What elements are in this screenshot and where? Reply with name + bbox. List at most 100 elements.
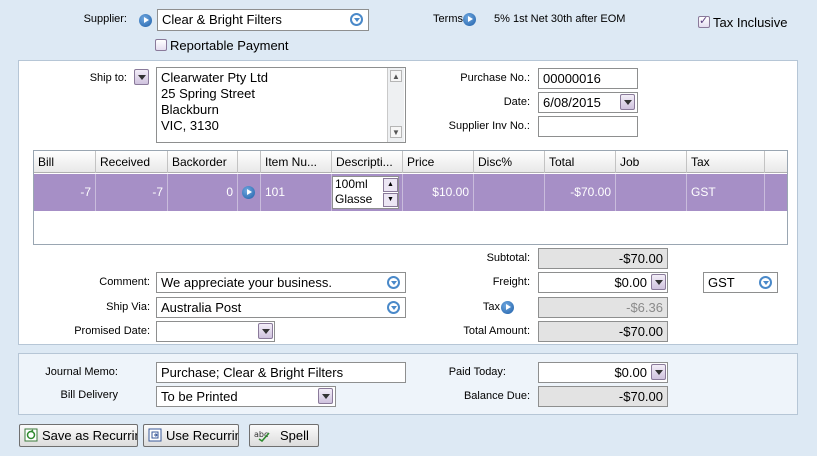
use-recurring-icon xyxy=(148,428,162,442)
col-link[interactable] xyxy=(238,151,261,173)
save-as-recurring-label: Save as Recurring xyxy=(42,428,137,443)
reportable-payment-checkbox[interactable] xyxy=(155,39,167,51)
journal-memo-field[interactable]: Purchase; Clear & Bright Filters xyxy=(156,362,406,383)
spell-button[interactable]: abc Spell xyxy=(249,424,319,447)
paid-today-value: $0.00 xyxy=(614,365,647,380)
col-disc[interactable]: Disc% xyxy=(474,151,545,173)
ship-to-label: Ship to: xyxy=(89,72,127,84)
balance-due-label: Balance Due: xyxy=(463,390,530,402)
subtotal-field: -$70.00 xyxy=(538,248,668,269)
paid-today-field[interactable]: $0.00 xyxy=(538,362,668,383)
freight-dropdown-icon[interactable] xyxy=(651,274,666,290)
freight-label: Freight: xyxy=(492,276,530,288)
cell-job[interactable] xyxy=(616,174,687,211)
col-received[interactable]: Received xyxy=(96,151,168,173)
ship-to-address-field[interactable]: Clearwater Pty Ltd 25 Spring Street Blac… xyxy=(156,67,406,143)
cell-disc[interactable] xyxy=(474,174,545,211)
supplier-label: Supplier: xyxy=(83,13,127,25)
col-item-number[interactable]: Item Nu... xyxy=(261,151,332,173)
date-picker-icon[interactable] xyxy=(620,94,635,110)
tax-field: -$6.36 xyxy=(538,297,668,318)
description-editor[interactable]: 100ml Glasse ▲ ▼ xyxy=(332,176,399,209)
cell-tax[interactable]: GST xyxy=(687,174,765,211)
bill-delivery-field[interactable]: To be Printed xyxy=(156,386,336,407)
total-amount-value: -$70.00 xyxy=(618,324,663,339)
ship-via-label: Ship Via: xyxy=(106,301,150,313)
supplier-field[interactable]: Clear & Bright Filters xyxy=(157,9,369,31)
balance-due-value: -$70.00 xyxy=(618,389,663,404)
col-description[interactable]: Descripti... xyxy=(332,151,403,173)
ship-to-dropdown-icon[interactable] xyxy=(134,69,149,85)
ship-via-value: Australia Post xyxy=(161,300,242,315)
purchase-no-value: 00000016 xyxy=(543,71,601,86)
freight-field[interactable]: $0.00 xyxy=(538,272,668,293)
supplier-detail-arrow-icon[interactable] xyxy=(139,14,152,27)
save-as-recurring-button[interactable]: Save as Recurring xyxy=(19,424,138,447)
ship-via-field[interactable]: Australia Post xyxy=(156,297,406,318)
supplier-inv-label: Supplier Inv No.: xyxy=(448,120,530,132)
address-line-2: 25 Spring Street xyxy=(161,86,255,101)
ship-via-dropdown-icon[interactable] xyxy=(387,301,400,314)
freight-value: $0.00 xyxy=(614,275,647,290)
cell-backorder[interactable]: 0 xyxy=(168,174,238,211)
purchase-no-field[interactable]: 00000016 xyxy=(538,68,638,89)
comment-dropdown-icon[interactable] xyxy=(387,276,400,289)
date-value: 6/08/2015 xyxy=(543,95,601,110)
description-scroll-down-icon[interactable]: ▼ xyxy=(383,193,398,207)
comment-value: We appreciate your business. xyxy=(161,275,333,290)
terms-value: 5% 1st Net 30th after EOM xyxy=(494,13,626,25)
use-recurring-label: Use Recurring xyxy=(166,428,238,443)
paid-today-dropdown-icon[interactable] xyxy=(651,364,666,380)
tax-label: Tax xyxy=(482,301,500,313)
address-line-3: Blackburn xyxy=(161,102,219,117)
promised-date-label: Promised Date: xyxy=(74,325,150,337)
cell-item-number[interactable]: 101 xyxy=(261,174,332,211)
subtotal-label: Subtotal: xyxy=(486,252,530,264)
journal-memo-label: Journal Memo: xyxy=(45,366,118,378)
description-scroll-up-icon[interactable]: ▲ xyxy=(383,178,398,192)
tax-value: -$6.36 xyxy=(626,300,663,315)
tax-inclusive-checkbox[interactable] xyxy=(698,14,710,28)
line-items-grid: Bill Received Backorder Item Nu... Descr… xyxy=(33,150,788,245)
cell-link[interactable] xyxy=(238,174,261,211)
supplier-dropdown-icon[interactable] xyxy=(350,13,363,26)
scroll-down-icon[interactable]: ▼ xyxy=(390,126,402,138)
tax-detail-arrow-icon[interactable] xyxy=(501,301,514,314)
col-price[interactable]: Price xyxy=(403,151,474,173)
address-line-4: VIC, 3130 xyxy=(161,118,219,133)
table-row[interactable]: -7 -7 0 101 100ml Glasse ▲ ▼ $10.00 -$70… xyxy=(34,174,787,211)
total-amount-field: -$70.00 xyxy=(538,321,668,342)
terms-arrow-icon[interactable] xyxy=(463,13,476,26)
address-scrollbar[interactable]: ▲ ▼ xyxy=(387,68,404,142)
freight-tax-code-dropdown-icon[interactable] xyxy=(759,276,772,289)
address-line-1: Clearwater Pty Ltd xyxy=(161,70,268,85)
save-recurring-icon xyxy=(24,428,38,442)
cell-bill[interactable]: -7 xyxy=(34,174,96,211)
col-bill[interactable]: Bill xyxy=(34,151,96,173)
paid-today-label: Paid Today: xyxy=(448,366,506,378)
supplier-inv-field[interactable] xyxy=(538,116,638,137)
use-recurring-button[interactable]: Use Recurring xyxy=(143,424,239,447)
grid-header: Bill Received Backorder Item Nu... Descr… xyxy=(34,151,787,173)
col-total[interactable]: Total xyxy=(545,151,616,173)
subtotal-value: -$70.00 xyxy=(618,251,663,266)
scroll-up-icon[interactable]: ▲ xyxy=(390,70,402,82)
comment-field[interactable]: We appreciate your business. xyxy=(156,272,406,293)
bill-delivery-dropdown-icon[interactable] xyxy=(318,388,333,404)
reportable-payment-label: Reportable Payment xyxy=(170,38,289,53)
bill-delivery-label: Bill Delivery xyxy=(60,389,118,401)
freight-tax-code-value: GST xyxy=(708,275,735,290)
balance-due-field: -$70.00 xyxy=(538,386,668,407)
spell-label: Spell xyxy=(280,428,309,443)
bill-delivery-value: To be Printed xyxy=(161,389,238,404)
cell-price[interactable]: $10.00 xyxy=(403,174,474,211)
cell-received[interactable]: -7 xyxy=(96,174,168,211)
col-job[interactable]: Job xyxy=(616,151,687,173)
item-detail-arrow-icon[interactable] xyxy=(242,186,255,199)
cell-description[interactable]: 100ml Glasse ▲ ▼ xyxy=(332,174,403,211)
cell-total[interactable]: -$70.00 xyxy=(545,174,616,211)
supplier-value: Clear & Bright Filters xyxy=(162,12,282,27)
promised-date-picker-icon[interactable] xyxy=(258,323,273,339)
col-tax[interactable]: Tax xyxy=(687,151,765,173)
col-backorder[interactable]: Backorder xyxy=(168,151,238,173)
